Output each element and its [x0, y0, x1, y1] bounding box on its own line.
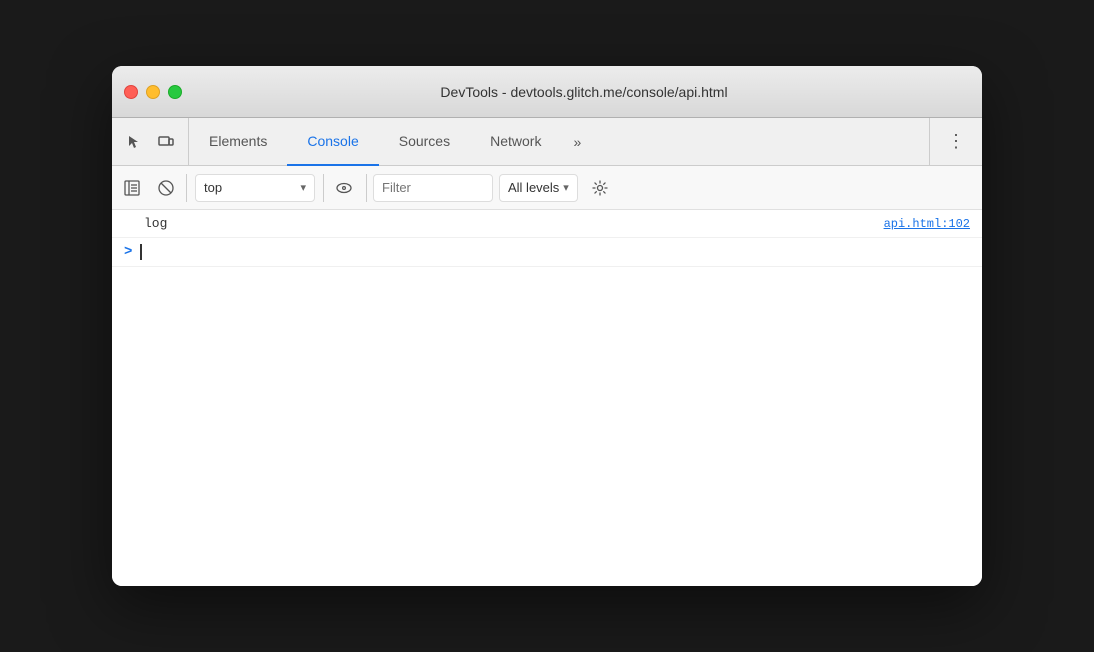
tab-bar-icons	[112, 118, 189, 165]
context-dropdown-arrow: ▾	[300, 181, 306, 194]
tabs: Elements Console Sources Network »	[189, 118, 929, 165]
tab-network[interactable]: Network	[470, 118, 561, 166]
minimize-button[interactable]	[146, 85, 160, 99]
more-tabs-button[interactable]: »	[561, 118, 593, 165]
tab-bar-end: ⋮	[929, 118, 982, 165]
filter-separator	[366, 174, 367, 202]
levels-dropdown-arrow: ▾	[563, 181, 569, 194]
console-content: log api.html:102 >	[112, 210, 982, 586]
maximize-button[interactable]	[168, 85, 182, 99]
log-row: log api.html:102	[112, 210, 982, 238]
traffic-lights	[124, 85, 182, 99]
clear-console-button[interactable]	[150, 172, 182, 204]
tab-sources[interactable]: Sources	[379, 118, 470, 166]
levels-selector[interactable]: All levels ▾	[499, 174, 578, 202]
toolbar-separator-2	[323, 174, 324, 202]
log-text: log	[144, 216, 167, 231]
console-input-row[interactable]: >	[112, 238, 982, 267]
devtools-menu-icon[interactable]: ⋮	[942, 128, 970, 156]
console-toolbar: top ▾ All levels ▾	[112, 166, 982, 210]
console-settings-button[interactable]	[584, 172, 616, 204]
device-icon[interactable]	[152, 128, 180, 156]
show-sidebar-button[interactable]	[116, 172, 148, 204]
cursor-icon[interactable]	[120, 128, 148, 156]
window-title: DevTools - devtools.glitch.me/console/ap…	[198, 84, 970, 100]
devtools-window: DevTools - devtools.glitch.me/console/ap…	[112, 66, 982, 586]
console-prompt[interactable]: >	[124, 244, 132, 260]
toolbar-separator-1	[186, 174, 187, 202]
console-cursor	[140, 244, 142, 260]
tab-elements[interactable]: Elements	[189, 118, 287, 166]
close-button[interactable]	[124, 85, 138, 99]
title-bar: DevTools - devtools.glitch.me/console/ap…	[112, 66, 982, 118]
live-expression-button[interactable]	[328, 172, 360, 204]
log-source[interactable]: api.html:102	[884, 217, 970, 231]
tab-bar: Elements Console Sources Network » ⋮	[112, 118, 982, 166]
context-selector[interactable]: top ▾	[195, 174, 315, 202]
filter-input[interactable]	[373, 174, 493, 202]
tab-console[interactable]: Console	[287, 118, 378, 166]
